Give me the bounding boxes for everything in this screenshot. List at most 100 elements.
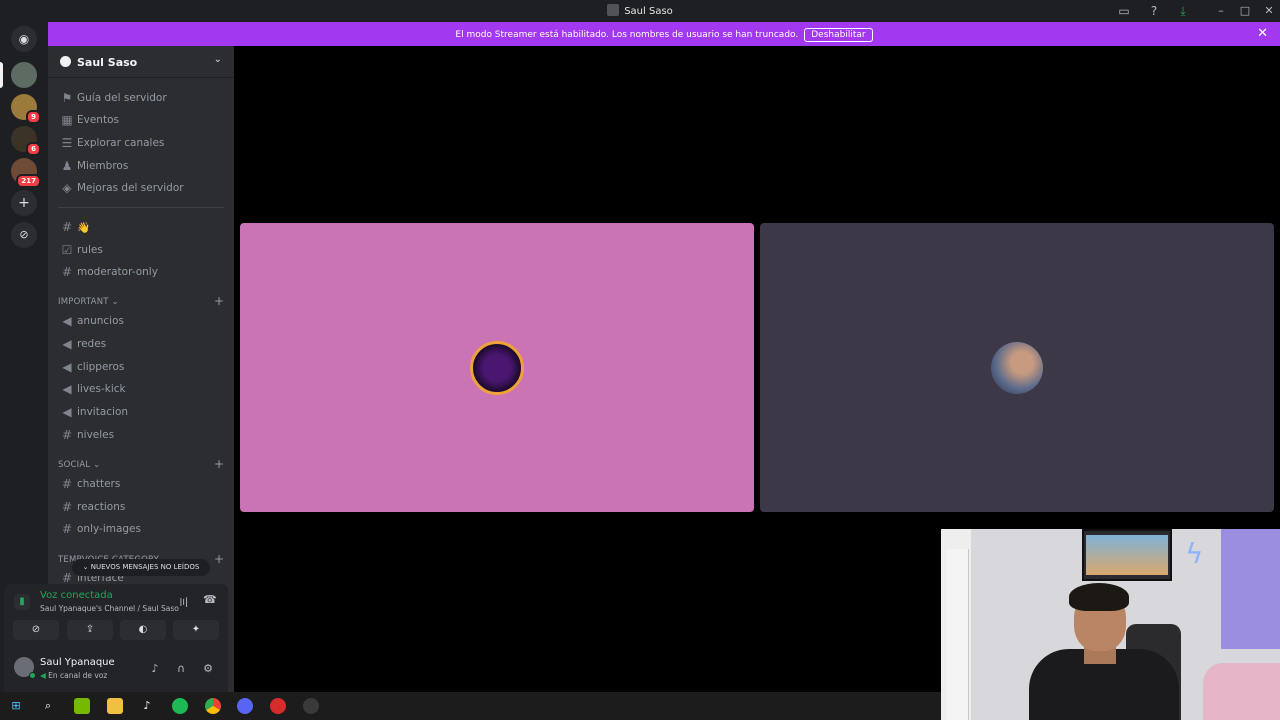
- participant-tile-2[interactable]: [760, 223, 1274, 512]
- windows-start-icon[interactable]: ⊞: [8, 698, 24, 714]
- inbox-icon[interactable]: ▭: [1116, 3, 1132, 19]
- door-shape: [947, 549, 969, 720]
- category-label-text: SOCIAL: [58, 460, 91, 470]
- obs-icon[interactable]: [303, 698, 319, 714]
- unread-badge: 9: [26, 110, 41, 124]
- user-status-text: En canal de voz: [48, 671, 108, 680]
- channel-invitacion[interactable]: ◀ invitacion: [56, 402, 226, 422]
- lightning-bolt-icon: ϟ: [1185, 537, 1204, 570]
- channel-label: rules: [77, 244, 103, 256]
- user-name[interactable]: Saul Ypanaque: [40, 657, 115, 668]
- channel-only-images[interactable]: # only-images: [56, 519, 226, 539]
- person-hair-shape: [1069, 583, 1129, 611]
- channel-label: clipperos: [77, 361, 125, 373]
- rules-icon: ☑: [61, 243, 73, 257]
- search-icon[interactable]: ⌕: [40, 698, 56, 714]
- category-important[interactable]: IMPORTANT ⌄ +: [56, 294, 226, 310]
- discord-window: Saul Saso ▭ ? ⤓ – □ ✕ ◉ 9 6 217 + ⊘ El m…: [0, 0, 1280, 720]
- server-name: Saul Saso: [77, 56, 138, 69]
- tiktok-icon[interactable]: ♪: [139, 698, 155, 714]
- banner-message: El modo Streamer está habilitado. Los no…: [455, 30, 799, 40]
- chevron-down-icon[interactable]: ⌄: [214, 54, 222, 65]
- streamer-mode-banner: El modo Streamer está habilitado. Los no…: [48, 22, 1280, 46]
- discord-home-icon[interactable]: ◉: [11, 26, 37, 52]
- add-channel-icon[interactable]: +: [214, 457, 224, 471]
- noise-suppression-icon[interactable]: 〣: [178, 594, 189, 610]
- channel-label: anuncios: [77, 315, 124, 327]
- participant-tile-1[interactable]: [240, 223, 754, 512]
- add-channel-icon[interactable]: +: [214, 294, 224, 308]
- discord-icon[interactable]: [237, 698, 253, 714]
- minimize-button[interactable]: –: [1209, 2, 1233, 20]
- disconnect-icon[interactable]: ☎: [203, 593, 217, 606]
- channel-redes[interactable]: ◀ redes: [56, 334, 226, 354]
- camera-off-button[interactable]: ⊘: [13, 620, 59, 640]
- participant-avatar: [991, 341, 1043, 394]
- hash-icon: #: [61, 477, 73, 491]
- unread-badge: 217: [16, 174, 41, 188]
- hash-icon: #: [61, 522, 73, 536]
- spotify-icon[interactable]: [172, 698, 188, 714]
- channel-clipperos[interactable]: ◀ clipperos: [56, 357, 226, 377]
- nav-item-server-boosts[interactable]: ◈ Mejoras del servidor: [56, 178, 226, 198]
- headphones-icon[interactable]: ∩: [174, 662, 188, 675]
- channel-wave[interactable]: # 👋: [56, 217, 226, 237]
- microphone-icon[interactable]: ♪: [148, 662, 162, 675]
- app-icon-red[interactable]: [270, 698, 286, 714]
- plush-toys-shape: [1203, 663, 1280, 720]
- online-status-dot: [29, 672, 36, 679]
- nav-item-label: Eventos: [77, 114, 119, 126]
- server-icon-saul-saso[interactable]: [11, 62, 37, 88]
- add-channel-icon[interactable]: +: [214, 552, 224, 566]
- help-icon[interactable]: ?: [1146, 3, 1162, 19]
- user-status: ◀ En canal de voz: [40, 671, 107, 680]
- window-title-text: Saul Saso: [624, 6, 673, 17]
- server-header[interactable]: Saul Saso ⌄: [48, 46, 234, 78]
- signpost-icon: ⚑: [61, 91, 73, 105]
- nav-item-members[interactable]: ♟ Miembros: [56, 156, 226, 176]
- soundboard-button[interactable]: ✦: [173, 620, 219, 640]
- settings-gear-icon[interactable]: ⚙: [201, 662, 215, 675]
- new-unread-messages-pill[interactable]: ⌄ NUEVOS MENSAJES NO LEÍDOS: [72, 559, 210, 576]
- chrome-icon[interactable]: [205, 698, 221, 714]
- voice-channel-name[interactable]: Saul Ypanaque's Channel / Saul Saso: [40, 604, 179, 613]
- voice-status[interactable]: Voz conectada: [40, 590, 113, 601]
- explore-compass-icon[interactable]: ⊘: [11, 222, 37, 248]
- category-social[interactable]: SOCIAL ⌄ +: [56, 457, 226, 473]
- close-window-button[interactable]: ✕: [1257, 2, 1280, 20]
- channel-lives-kick[interactable]: ◀ lives-kick: [56, 379, 226, 399]
- share-screen-button[interactable]: ⇪: [67, 620, 113, 640]
- maximize-button[interactable]: □: [1233, 2, 1257, 20]
- server-icon-3[interactable]: 6: [11, 126, 41, 156]
- channel-reactions[interactable]: # reactions: [56, 497, 226, 517]
- close-icon[interactable]: ✕: [1257, 26, 1268, 41]
- channel-label: only-images: [77, 523, 141, 535]
- signal-icon[interactable]: ▮: [14, 594, 30, 610]
- nav-item-label: Guía del servidor: [77, 92, 167, 104]
- nav-item-server-guide[interactable]: ⚑ Guía del servidor: [56, 88, 226, 108]
- title-bar: Saul Saso ▭ ? ⤓ – □ ✕: [0, 0, 1280, 22]
- activity-button[interactable]: ◐: [120, 620, 166, 640]
- channel-chatters[interactable]: # chatters: [56, 474, 226, 494]
- list-icon: ☰: [61, 136, 73, 150]
- add-server-icon[interactable]: +: [11, 190, 37, 216]
- channel-anuncios[interactable]: ◀ anuncios: [56, 311, 226, 331]
- nvidia-icon[interactable]: [74, 698, 90, 714]
- channel-label: redes: [77, 338, 107, 350]
- channel-niveles[interactable]: # niveles: [56, 425, 226, 445]
- selected-indicator: [0, 62, 3, 88]
- megaphone-icon: ◀: [62, 337, 72, 351]
- nav-item-browse-channels[interactable]: ☰ Explorar canales: [56, 133, 226, 153]
- file-explorer-icon[interactable]: [107, 698, 123, 714]
- channel-rules[interactable]: ☑ rules: [56, 240, 226, 260]
- channel-moderator-only[interactable]: # moderator-only: [56, 262, 226, 282]
- category-label: SOCIAL ⌄: [58, 460, 101, 470]
- download-icon[interactable]: ⤓: [1175, 3, 1191, 19]
- megaphone-icon: ◀: [62, 360, 72, 374]
- nav-item-events[interactable]: ▦ Eventos: [56, 110, 226, 130]
- server-icon-2[interactable]: 9: [11, 94, 41, 124]
- calendar-icon: ▦: [61, 113, 73, 127]
- server-icon-4[interactable]: 217: [11, 158, 41, 188]
- disable-streamer-mode-button[interactable]: Deshabilitar: [804, 28, 873, 42]
- window-title: Saul Saso: [0, 4, 1280, 17]
